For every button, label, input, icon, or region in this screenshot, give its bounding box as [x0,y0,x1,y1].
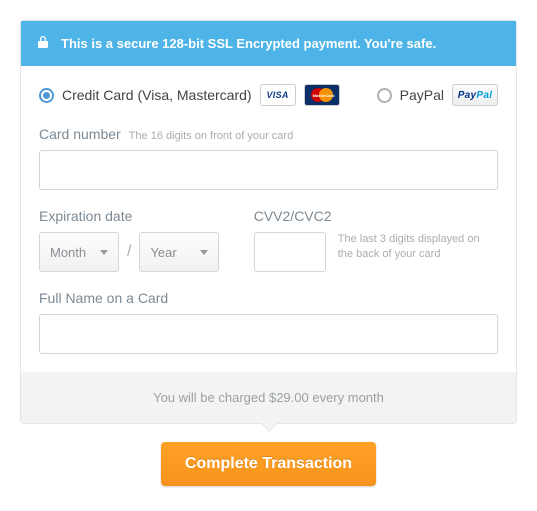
card-number-input[interactable] [39,150,498,190]
charge-summary-text: You will be charged $29.00 every month [153,390,384,405]
cvv-label: CVV2/CVC2 [254,208,332,224]
paypal-label: PayPal [400,87,444,103]
card-number-field: Card number The 16 digits on front of yo… [39,126,498,190]
cvv-field: CVV2/CVC2 The last 3 digits displayed on… [254,208,498,272]
expiration-label: Expiration date [39,208,132,224]
payment-form: This is a secure 128-bit SSL Encrypted p… [20,20,517,424]
mastercard-icon: MasterCard [304,84,340,106]
form-body: Credit Card (Visa, Mastercard) VISA Mast… [21,66,516,354]
pointer-icon [260,423,278,432]
secure-banner-text: This is a secure 128-bit SSL Encrypted p… [61,36,436,51]
paypal-icon: PayPal [452,84,498,106]
cta-wrap: Complete Transaction [20,442,517,486]
expiration-year-select[interactable]: Year [139,232,219,272]
cvv-input[interactable] [254,232,326,272]
chevron-down-icon [200,250,208,255]
full-name-field: Full Name on a Card [39,290,498,354]
chevron-down-icon [100,250,108,255]
credit-card-label: Credit Card (Visa, Mastercard) [62,87,252,103]
card-number-label: Card number [39,126,121,142]
cvv-hint: The last 3 digits displayed on the back … [338,232,488,263]
payment-methods: Credit Card (Visa, Mastercard) VISA Mast… [39,84,498,106]
expiration-year-value: Year [150,245,176,260]
full-name-input[interactable] [39,314,498,354]
expiration-field: Expiration date Month / Year [39,208,230,272]
credit-card-radio[interactable] [39,88,54,103]
expiration-separator: / [127,243,131,261]
full-name-label: Full Name on a Card [39,290,168,306]
visa-icon: VISA [260,84,296,106]
expiration-month-value: Month [50,245,86,260]
charge-summary: You will be charged $29.00 every month [21,372,516,423]
card-number-hint: The 16 digits on front of your card [129,130,293,142]
complete-transaction-button[interactable]: Complete Transaction [161,442,376,486]
secure-banner: This is a secure 128-bit SSL Encrypted p… [21,21,516,66]
lock-icon [37,35,49,52]
expiration-month-select[interactable]: Month [39,232,119,272]
paypal-radio[interactable] [377,88,392,103]
